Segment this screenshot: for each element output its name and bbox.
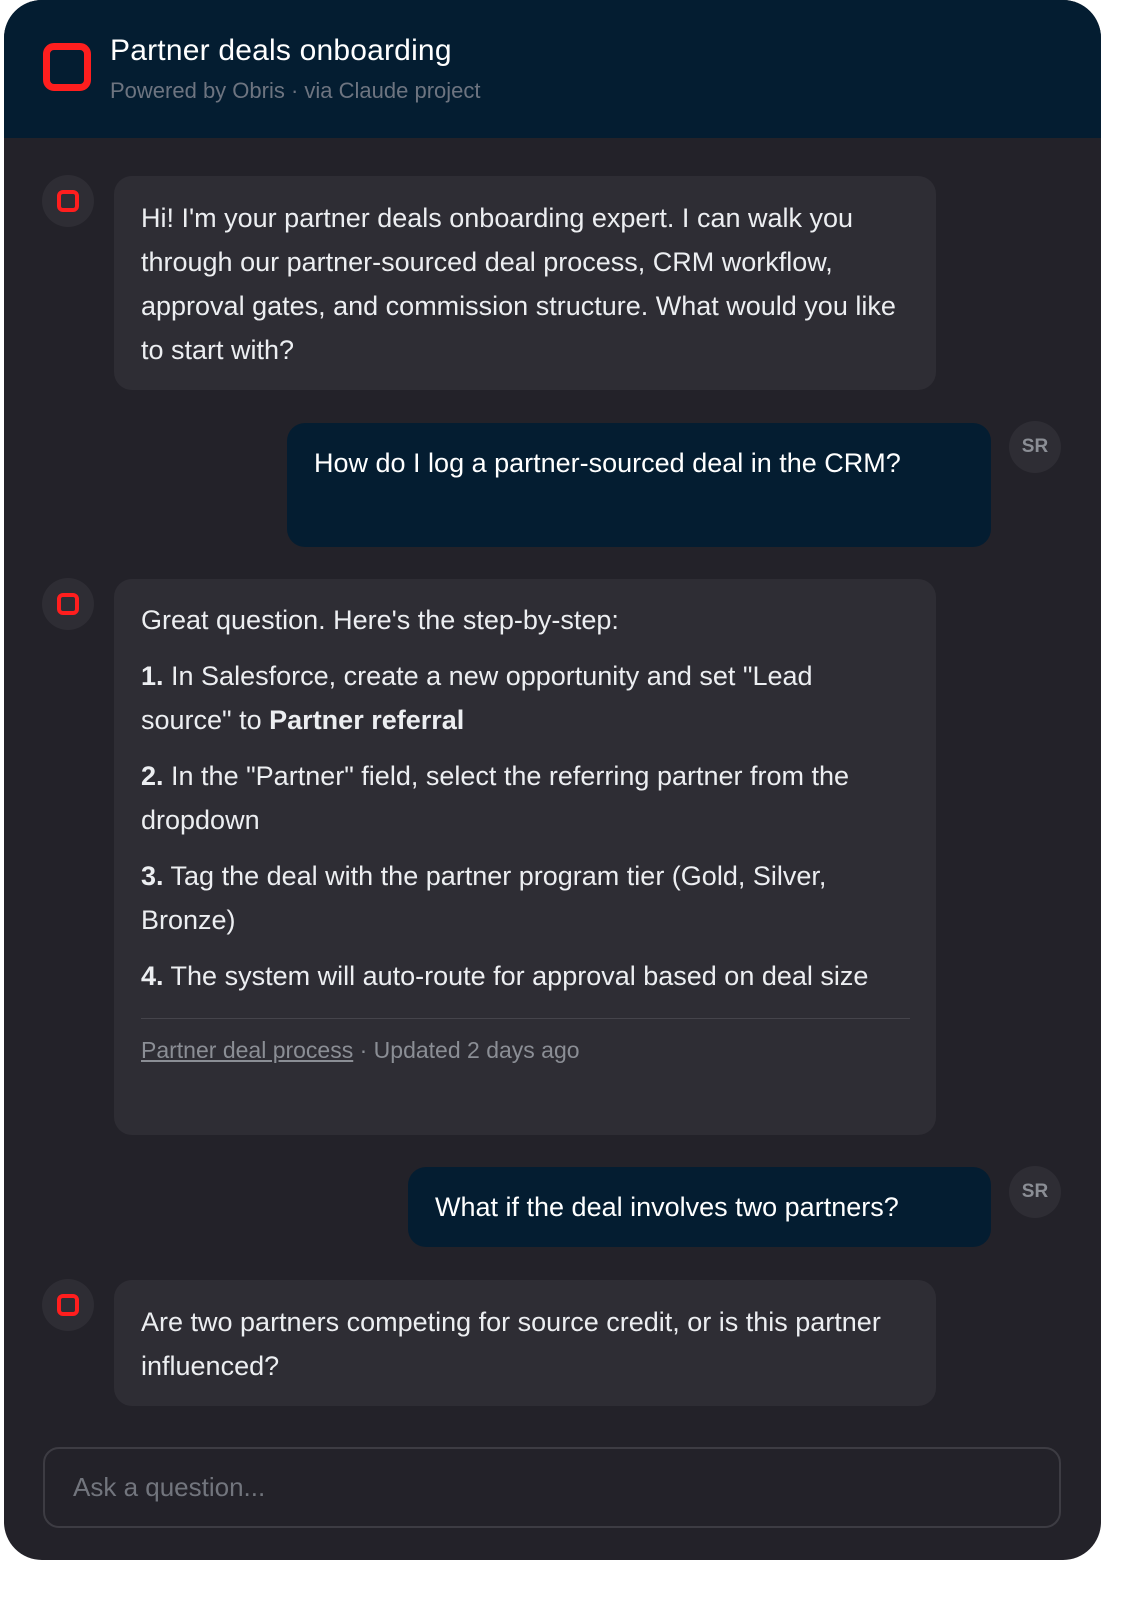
obris-logo-icon [43, 43, 91, 91]
step-item: 3. Tag the deal with the partner program… [141, 854, 910, 942]
user-message: What if the deal involves two partners? [408, 1167, 991, 1247]
user-message-text: What if the deal involves two partners? [435, 1192, 899, 1222]
bot-message: Great question. Here's the step-by-step:… [114, 579, 936, 1135]
step-number: 3. [141, 861, 164, 891]
step-text: In Salesforce, create a new opportunity … [141, 661, 813, 735]
user-message: How do I log a partner-sourced deal in t… [287, 423, 991, 547]
step-item: 2. In the "Partner" field, select the re… [141, 754, 910, 842]
chat-title: Partner deals onboarding [110, 34, 452, 67]
bot-message: Are two partners competing for source cr… [114, 1280, 936, 1406]
step-item: 4. The system will auto-route for approv… [141, 954, 910, 998]
question-input[interactable] [45, 1449, 1059, 1526]
question-input-wrapper [43, 1447, 1061, 1528]
step-emphasis: Partner referral [269, 705, 465, 735]
source-meta: · Updated 2 days ago [353, 1037, 580, 1063]
bot-message-text: Are two partners competing for source cr… [141, 1307, 881, 1381]
bot-message-text: Hi! I'm your partner deals onboarding ex… [141, 203, 896, 365]
chat-window: Partner deals onboarding Powered by Obri… [4, 0, 1101, 1560]
source-divider [141, 1018, 910, 1019]
step-text: In the "Partner" field, select the refer… [141, 761, 850, 835]
user-avatar: SR [1009, 421, 1061, 473]
bot-avatar-icon [42, 175, 94, 227]
step-text: Tag the deal with the partner program ti… [141, 861, 827, 935]
bot-avatar-icon [42, 1279, 94, 1331]
source-citation: Partner deal process · Updated 2 days ag… [141, 1035, 910, 1065]
step-number: 1. [141, 661, 164, 691]
bot-avatar-icon [42, 578, 94, 630]
answer-intro: Great question. Here's the step-by-step: [141, 605, 619, 635]
bot-message: Hi! I'm your partner deals onboarding ex… [114, 176, 936, 390]
step-number: 4. [141, 961, 164, 991]
chat-subtitle: Powered by Obris · via Claude project [110, 78, 481, 103]
step-number: 2. [141, 761, 164, 791]
chat-header: Partner deals onboarding Powered by Obri… [4, 0, 1101, 138]
step-item: 1. In Salesforce, create a new opportuni… [141, 654, 910, 742]
source-link[interactable]: Partner deal process [141, 1037, 353, 1063]
user-message-text: How do I log a partner-sourced deal in t… [314, 448, 901, 478]
user-avatar: SR [1009, 1166, 1061, 1218]
step-text: The system will auto-route for approval … [163, 961, 869, 991]
